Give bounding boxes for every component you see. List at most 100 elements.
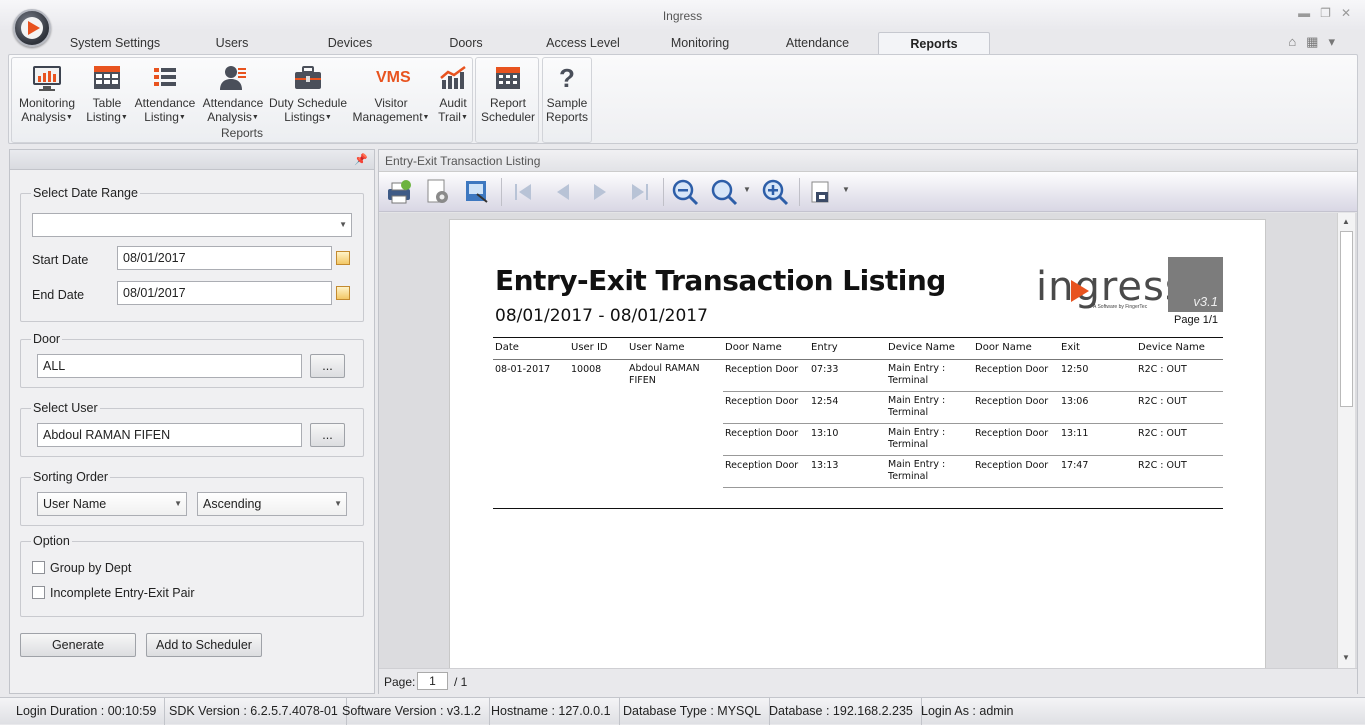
start-date-field[interactable]: 08/01/2017 <box>117 246 332 270</box>
row-device-in-1: Main Entry : <box>888 459 946 470</box>
scroll-thumb[interactable] <box>1340 231 1353 407</box>
status-login-duration: Login Duration : 00:10:59 <box>8 698 166 725</box>
window-title: Ingress <box>662 9 703 23</box>
row-divider <box>723 391 1223 392</box>
visitor-management-button[interactable]: VMS Visitor Management▼ <box>350 60 432 125</box>
door-field[interactable]: ALL <box>37 354 302 378</box>
date-range-select[interactable]: ▼ <box>32 213 352 237</box>
tab-access-level[interactable]: Access Level <box>533 32 633 54</box>
door-browse-button[interactable]: ... <box>310 354 345 378</box>
chevron-down-icon[interactable]: ▼ <box>842 185 850 194</box>
sort-direction-select[interactable]: Ascending ▼ <box>197 492 347 516</box>
col-door-out: Door Name <box>975 342 1032 353</box>
close-icon[interactable]: ✕ <box>1341 6 1351 20</box>
tab-doors[interactable]: Doors <box>426 32 506 54</box>
table-listing-button[interactable]: Table Listing▼ <box>80 60 134 125</box>
incomplete-pair-checkbox[interactable] <box>32 586 45 599</box>
pin-icon[interactable]: 📌 <box>354 153 368 166</box>
duty-schedule-listings-button[interactable]: Duty Schedule Listings▼ <box>268 60 348 125</box>
tab-devices[interactable]: Devices <box>310 32 390 54</box>
row-device-in-1: Main Entry : <box>888 427 946 438</box>
collapse-ribbon-icon[interactable]: ⌂ <box>1288 34 1306 49</box>
minimize-icon[interactable]: ▬ <box>1298 6 1310 20</box>
restore-icon[interactable]: ❐ <box>1320 6 1331 20</box>
scroll-up-icon[interactable]: ▲ <box>1342 217 1350 226</box>
row-device-out: R2C : OUT <box>1138 428 1187 439</box>
tab-attendance[interactable]: Attendance <box>770 32 865 54</box>
row-divider <box>723 487 1223 488</box>
page-setup-icon[interactable] <box>424 178 452 206</box>
col-date: Date <box>495 342 519 353</box>
scroll-down-icon[interactable]: ▼ <box>1342 653 1350 662</box>
attendance-listing-label-1: Attendance <box>134 96 196 110</box>
tab-system-settings[interactable]: System Settings <box>60 32 170 54</box>
dropdown-icon[interactable]: ▾ <box>1328 34 1345 49</box>
first-page-icon[interactable] <box>509 178 537 206</box>
user-field[interactable]: Abdoul RAMAN FIFEN <box>37 423 302 447</box>
viewer-toolbar: ▼ ▼ <box>379 172 1357 212</box>
zoom-out-icon[interactable] <box>671 178 699 206</box>
save-icon[interactable] <box>807 178 835 206</box>
user-legend: Select User <box>33 401 98 415</box>
report-date-range: 08/01/2017 - 08/01/2017 <box>495 306 708 326</box>
row-entry: 07:33 <box>811 364 839 375</box>
report-scheduler-button[interactable]: Report Scheduler <box>478 60 538 124</box>
group-by-dept-label: Group by Dept <box>50 561 132 575</box>
calendar-icon[interactable] <box>336 251 350 265</box>
vertical-scrollbar[interactable]: ▲ ▼ <box>1337 213 1355 668</box>
monitoring-analysis-button[interactable]: Monitoring Analysis▼ <box>14 60 80 125</box>
zoom-icon[interactable] <box>710 178 738 206</box>
sample-reports-button[interactable]: ? Sample Reports <box>543 60 591 124</box>
status-bar: Login Duration : 00:10:59 SDK Version : … <box>0 697 1365 725</box>
add-to-scheduler-button[interactable]: Add to Scheduler <box>146 633 262 657</box>
row-exit: 17:47 <box>1061 460 1089 471</box>
row-door-in: Reception Door <box>725 364 799 375</box>
samples-group: ? Sample Reports <box>542 57 592 143</box>
generate-button[interactable]: Generate <box>20 633 136 657</box>
logo-subtitle: A Software by FingerTec <box>1093 304 1148 310</box>
zoom-in-icon[interactable] <box>761 178 789 206</box>
row-divider <box>723 455 1223 456</box>
attendance-analysis-button[interactable]: Attendance Analysis▼ <box>200 60 266 125</box>
previous-page-icon[interactable] <box>548 178 576 206</box>
last-page-icon[interactable] <box>626 178 654 206</box>
page-number-input[interactable]: 1 <box>417 672 448 690</box>
chevron-down-icon: ▼ <box>324 113 332 121</box>
group-by-dept-checkbox[interactable] <box>32 561 45 574</box>
header-rule <box>493 337 1223 338</box>
menu-tabs: System Settings Users Devices Doors Acce… <box>0 30 1365 54</box>
row-entry: 12:54 <box>811 396 839 407</box>
group-user-id: 10008 <box>571 364 602 375</box>
chevron-down-icon: ▼ <box>174 499 182 508</box>
end-date-label: End Date <box>32 288 85 302</box>
tab-users[interactable]: Users <box>192 32 272 54</box>
end-date-field[interactable]: 08/01/2017 <box>117 281 332 305</box>
tab-monitoring[interactable]: Monitoring <box>655 32 745 54</box>
row-device-in-2: Terminal <box>888 439 929 450</box>
chevron-down-icon[interactable]: ▼ <box>743 185 751 194</box>
attendance-listing-button[interactable]: Attendance Listing▼ <box>132 60 198 125</box>
vms-icon: VMS <box>376 69 411 86</box>
user-browse-button[interactable]: ... <box>310 423 345 447</box>
row-device-in-2: Terminal <box>888 471 929 482</box>
layout-icon[interactable]: ▦ <box>1306 34 1328 49</box>
row-door-out: Reception Door <box>975 364 1049 375</box>
monitoring-analysis-label-2: Analysis <box>21 110 66 124</box>
calendar-icon[interactable] <box>336 286 350 300</box>
next-page-icon[interactable] <box>587 178 615 206</box>
report-scheduler-label-2: Scheduler <box>480 110 536 124</box>
row-door-out: Reception Door <box>975 396 1049 407</box>
sort-field-select[interactable]: User Name ▼ <box>37 492 187 516</box>
window-controls: ▬ ❐ ✕ <box>1298 6 1351 20</box>
export-icon[interactable] <box>463 178 491 206</box>
tab-reports[interactable]: Reports <box>878 32 990 54</box>
chevron-down-icon: ▼ <box>178 113 186 121</box>
report-title: Entry-Exit Transaction Listing <box>495 264 946 297</box>
audit-trail-button[interactable]: Audit Trail▼ <box>432 60 474 125</box>
logo-version: v3.1 <box>1193 294 1218 309</box>
status-database-type: Database Type : MYSQL <box>615 698 771 725</box>
print-icon[interactable] <box>385 178 413 206</box>
app-menu-orb-icon[interactable] <box>13 9 51 47</box>
col-entry: Entry <box>811 342 838 353</box>
report-viewer-panel: Entry-Exit Transaction Listing ▼ ▼ Entry… <box>378 149 1358 694</box>
